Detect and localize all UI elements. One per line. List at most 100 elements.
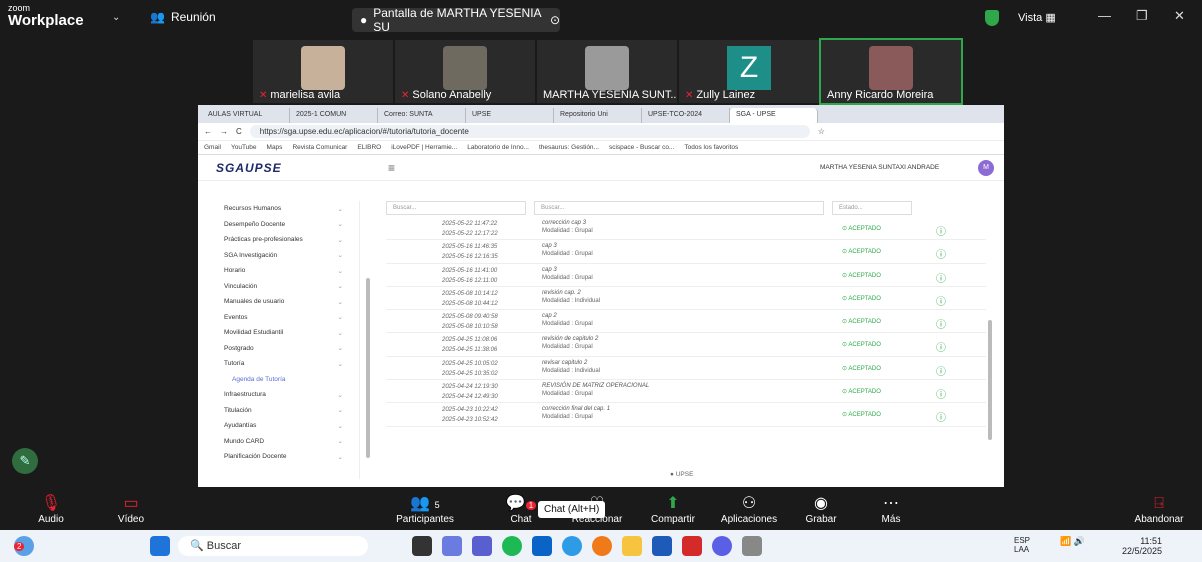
browser-tab-active[interactable]: SGA - UPSE [730,108,818,123]
browser-tab[interactable]: 2025-1 COMUN [290,108,378,123]
url-input[interactable]: https://sga.upse.edu.ec/aplicacion/#/tut… [249,125,810,138]
audio-button[interactable]: 🎙 Audio [16,494,86,525]
meeting-menu[interactable]: 👥 Reunión [150,10,216,24]
info-icon[interactable]: ⓘ [936,217,976,239]
info-icon[interactable]: ⓘ [936,240,976,262]
sidebar-item[interactable]: Manuales de usuario ⌄ [210,294,359,310]
video-button[interactable]: ▭ Vídeo [96,494,166,525]
network-volume-icons[interactable]: 📶 🔊 [1060,536,1085,547]
annotate-pencil-button[interactable]: ✎ [12,448,38,474]
sga-logo[interactable]: SGAUPSE [216,161,282,175]
search-input[interactable]: Buscar... [386,201,526,215]
info-icon[interactable]: ⓘ [936,264,976,286]
user-name[interactable]: MARTHA YESENIA SUNTAXI ANDRADE [820,164,939,171]
copilot-icon[interactable] [442,536,462,556]
taskview-icon[interactable] [412,536,432,556]
forward-icon[interactable]: → [220,127,228,136]
search-input[interactable]: Buscar... [534,201,824,215]
more-button[interactable]: ⋯ Más [856,494,926,525]
weather-icon[interactable]: 2 [14,536,34,556]
zoom-app-icon[interactable] [712,536,732,556]
sidebar-item[interactable]: SGA Investigación ⌄ [210,248,359,264]
avatar[interactable]: M [978,160,994,176]
sidebar-item[interactable]: Planificación Docente ⌄ [210,449,359,465]
clock[interactable]: 11:51 22/5/2025 [1122,536,1162,556]
browser-tab[interactable]: Correo: SUNTA [378,108,466,123]
app-icon[interactable] [742,536,762,556]
topic-cell: corrección cap 3 Modalidad : Grupal [542,220,593,234]
sidebar-item[interactable]: Mundo CARD ⌄ [210,434,359,450]
screen-share-indicator[interactable]: ● Pantalla de MARTHA YESENIA SU ⊙ [352,6,560,34]
language-indicator[interactable]: ESP LAA [1014,536,1030,554]
shield-icon[interactable] [985,10,999,26]
info-icon[interactable]: ⓘ [936,403,976,425]
hamburger-icon[interactable]: ≡ [388,161,395,175]
participant-tile[interactable]: ✕ Solano Anabelly [395,40,535,103]
maximize-icon[interactable]: ❐ [1136,8,1148,24]
participants-button[interactable]: 👥 5 Participantes [390,494,460,525]
sidebar-item[interactable]: Vinculación ⌄ [210,279,359,295]
sidebar-item[interactable]: Titulación ⌄ [210,403,359,419]
bookmark[interactable]: thesaurus: Gestión... [539,144,599,151]
participant-tile[interactable]: ✕ marielisa avila [253,40,393,103]
bookmark[interactable]: Gmail [204,144,221,151]
bookmark[interactable]: Revista Comunicar [292,144,347,151]
windows-start-icon[interactable] [150,536,170,556]
leave-button[interactable]: ⍈ Abandonar [1124,494,1194,525]
all-favorites[interactable]: Todos los favoritos [684,144,738,151]
sidebar-item[interactable]: Postgrado ⌄ [210,341,359,357]
bookmark[interactable]: ELIBRO [357,144,381,151]
sidebar-item[interactable]: Infraestructura ⌄ [210,387,359,403]
record-button[interactable]: ◉ Grabar [786,494,856,525]
info-icon[interactable]: ⓘ [936,333,976,355]
teams-icon[interactable] [472,536,492,556]
close-icon[interactable]: ✕ [1174,8,1185,24]
share-button[interactable]: ⬆ Compartir [638,494,708,525]
reload-icon[interactable]: C [236,127,242,136]
bookmark[interactable]: Laboratorio de Inno... [467,144,529,151]
chevron-down-icon[interactable]: ⌄ [112,12,120,23]
bookmark[interactable]: Maps [267,144,283,151]
status-select[interactable]: Estado... [832,201,912,215]
spotify-icon[interactable] [502,536,522,556]
participant-tile[interactable]: Z ✕ Zully Lainez [679,40,819,103]
status-badge: ⊙ ACEPTADO [842,389,881,396]
minimize-icon[interactable]: — [1098,8,1111,23]
sidebar-item[interactable]: Movilidad Estudiantil ⌄ [210,325,359,341]
sidebar-item[interactable]: Ayudantías ⌄ [210,418,359,434]
browser-tab[interactable]: AULAS VIRTUAL [202,108,290,123]
edge-icon[interactable] [562,536,582,556]
sidebar-item[interactable]: Eventos ⌄ [210,310,359,326]
participant-tile-active-speaker[interactable]: Anny Ricardo Moreira [819,38,963,105]
apps-button[interactable]: ⚇ Aplicaciones [714,494,784,525]
browser-tab[interactable]: UPSE-TCO-2024 [642,108,730,123]
sidebar-item[interactable]: Desempeño Docente ⌄ [210,217,359,233]
bookmark[interactable]: iLovePDF | Herramie... [391,144,457,151]
bookmark[interactable]: scispace - Buscar co... [609,144,674,151]
bookmark[interactable]: YouTube [231,144,257,151]
info-icon[interactable]: ⓘ [936,380,976,402]
sidebar-item[interactable]: Horario ⌄ [210,263,359,279]
word-icon[interactable] [652,536,672,556]
acrobat-icon[interactable] [682,536,702,556]
sidebar-item[interactable]: Recursos Humanos ⌄ [210,201,359,217]
star-icon[interactable]: ☆ [818,127,825,136]
info-icon[interactable]: ⓘ [936,287,976,309]
sidebar-scrollbar[interactable] [366,278,370,458]
more-icon[interactable]: ⊙ [550,13,560,27]
browser-tab[interactable]: UPSE [466,108,554,123]
info-icon[interactable]: ⓘ [936,357,976,379]
outlook-icon[interactable] [532,536,552,556]
participant-tile[interactable]: MARTHA YESENIA SUNT... [537,40,677,103]
sidebar-item[interactable]: Tutoría ⌄ [210,356,359,372]
file-explorer-icon[interactable] [622,536,642,556]
taskbar-search[interactable]: 🔍 Buscar [178,536,368,556]
sidebar-item[interactable]: Prácticas pre-profesionales ⌄ [210,232,359,248]
info-icon[interactable]: ⓘ [936,310,976,332]
view-button[interactable]: Vista ▦ [1018,11,1056,24]
browser-tab[interactable]: Repositorio Uni [554,108,642,123]
sidebar-subitem[interactable]: Agenda de Tutoría [210,372,359,388]
table-scrollbar[interactable] [988,320,992,440]
firefox-icon[interactable] [592,536,612,556]
back-icon[interactable]: ← [204,127,212,136]
